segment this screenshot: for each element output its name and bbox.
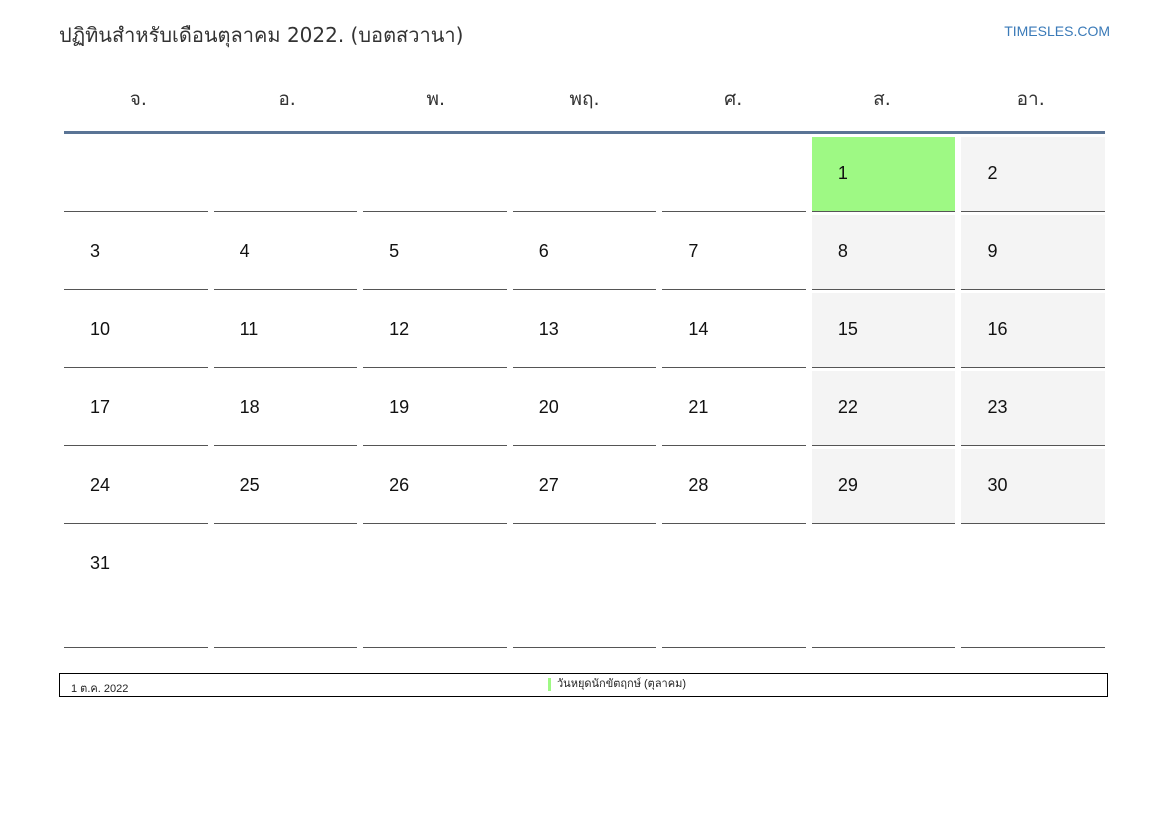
day-cell[interactable]: 15 <box>811 293 956 368</box>
weekday-label: พ. <box>426 88 446 110</box>
weekday-label: พฤ. <box>569 88 600 110</box>
weekday-header: จ. อ. พ. พฤ. ศ. ส. อา. <box>64 80 1105 134</box>
day-number: 28 <box>688 475 709 495</box>
weekday-label: จ. <box>129 88 147 110</box>
week-row: 10 11 12 13 14 15 16 <box>64 293 1106 368</box>
day-number: 5 <box>389 241 400 261</box>
day-cell[interactable]: 17 <box>64 371 208 446</box>
day-number: 16 <box>987 319 1008 339</box>
weekday-label: ศ. <box>724 88 743 110</box>
day-cell[interactable]: 28 <box>662 449 806 524</box>
day-cell[interactable]: 16 <box>961 293 1106 368</box>
day-cell[interactable]: 10 <box>64 293 208 368</box>
day-cell[interactable]: 9 <box>961 215 1106 290</box>
day-number: 9 <box>987 241 998 261</box>
empty-day-cell <box>662 527 806 648</box>
day-number: 3 <box>90 241 101 261</box>
week-row: 17 18 19 20 21 22 23 <box>64 371 1106 446</box>
day-cell[interactable]: 21 <box>662 371 806 446</box>
day-cell[interactable]: 13 <box>512 293 657 368</box>
day-number: 20 <box>538 397 559 417</box>
day-number: 29 <box>837 475 858 495</box>
day-cell[interactable]: 5 <box>363 215 507 290</box>
empty-day-cell <box>363 137 507 212</box>
day-number: 12 <box>389 319 410 339</box>
weeks-container: 1 2 3 4 5 6 7 8 9 10 11 12 13 14 15 16 17 18 19 20 21 22 23 24 2… <box>64 137 1106 648</box>
day-number: 17 <box>90 397 111 417</box>
day-cell[interactable]: 26 <box>363 449 507 524</box>
week-row: 24 25 26 27 28 29 30 <box>64 449 1106 524</box>
day-number: 13 <box>538 319 559 339</box>
day-cell[interactable]: 20 <box>512 371 657 446</box>
day-number: 14 <box>688 319 709 339</box>
day-number: 11 <box>239 319 259 339</box>
empty-day-cell <box>213 137 358 212</box>
day-cell[interactable]: 29 <box>811 449 956 524</box>
day-number: 26 <box>389 475 410 495</box>
day-number: 31 <box>90 553 111 573</box>
day-cell[interactable]: 27 <box>512 449 657 524</box>
empty-day-cell <box>662 137 806 212</box>
week-row: 3 4 5 6 7 8 9 <box>64 215 1106 290</box>
day-cell[interactable]: 1 <box>811 137 956 212</box>
holiday-legend: 1 ต.ค. 2022 วันหยุดนักขัตฤกษ์ (ตุลาคม) <box>59 673 1108 697</box>
day-cell[interactable]: 12 <box>363 293 507 368</box>
day-cell[interactable]: 25 <box>213 449 358 524</box>
empty-day-cell <box>213 527 358 648</box>
empty-day-cell <box>811 527 956 648</box>
day-cell[interactable]: 19 <box>363 371 507 446</box>
day-cell[interactable]: 4 <box>213 215 358 290</box>
empty-day-cell <box>512 137 657 212</box>
day-number: 25 <box>239 475 260 495</box>
brand-link[interactable]: TIMESLES.COM <box>1004 23 1110 39</box>
empty-day-cell <box>512 527 657 648</box>
day-cell[interactable]: 14 <box>662 293 806 368</box>
day-number: 24 <box>90 475 111 495</box>
empty-day-cell <box>961 527 1106 648</box>
week-row: 12 <box>64 137 1106 212</box>
day-cell[interactable]: 6 <box>512 215 657 290</box>
day-cell[interactable]: 8 <box>811 215 956 290</box>
calendar-grid: จ. อ. พ. พฤ. ศ. ส. อา. 1 2 3 4 5 6 7 8 9 10 11 12 13… <box>64 80 1106 648</box>
day-number: 7 <box>688 241 699 261</box>
legend-event: วันหยุดนักขัตฤกษ์ (ตุลาคม) <box>548 678 686 691</box>
weekday-label: อา. <box>1016 88 1045 110</box>
day-number: 23 <box>987 397 1008 417</box>
day-cell[interactable]: 30 <box>961 449 1106 524</box>
week-row: 31 <box>64 527 1106 648</box>
day-number: 4 <box>239 241 250 261</box>
page-title: ปฏิทินสำหรับเดือนตุลาคม 2022. (บอตสวานา) <box>59 23 464 47</box>
empty-day-cell <box>64 137 208 212</box>
day-cell[interactable]: 2 <box>961 137 1106 212</box>
day-cell[interactable]: 3 <box>64 215 208 290</box>
day-number: 2 <box>987 163 998 183</box>
day-number: 15 <box>837 319 858 339</box>
day-cell[interactable]: 11 <box>213 293 358 368</box>
day-cell[interactable]: 7 <box>662 215 806 290</box>
day-number: 6 <box>538 241 549 261</box>
day-cell[interactable]: 31 <box>64 527 208 648</box>
day-number: 18 <box>239 397 260 417</box>
legend-date: 1 ต.ค. 2022 <box>71 683 129 695</box>
day-number: 27 <box>538 475 559 495</box>
weekday-label: อ. <box>278 88 296 110</box>
day-cell[interactable]: 23 <box>961 371 1106 446</box>
day-number: 30 <box>987 475 1008 495</box>
day-number: 19 <box>389 397 410 417</box>
day-number: 1 <box>837 163 848 183</box>
day-number: 8 <box>837 241 848 261</box>
empty-day-cell <box>363 527 507 648</box>
weekday-label: ส. <box>873 88 891 110</box>
day-number: 10 <box>90 319 111 339</box>
day-number: 21 <box>688 397 709 417</box>
day-cell[interactable]: 18 <box>213 371 358 446</box>
day-cell[interactable]: 22 <box>811 371 956 446</box>
day-number: 22 <box>837 397 858 417</box>
day-cell[interactable]: 24 <box>64 449 208 524</box>
